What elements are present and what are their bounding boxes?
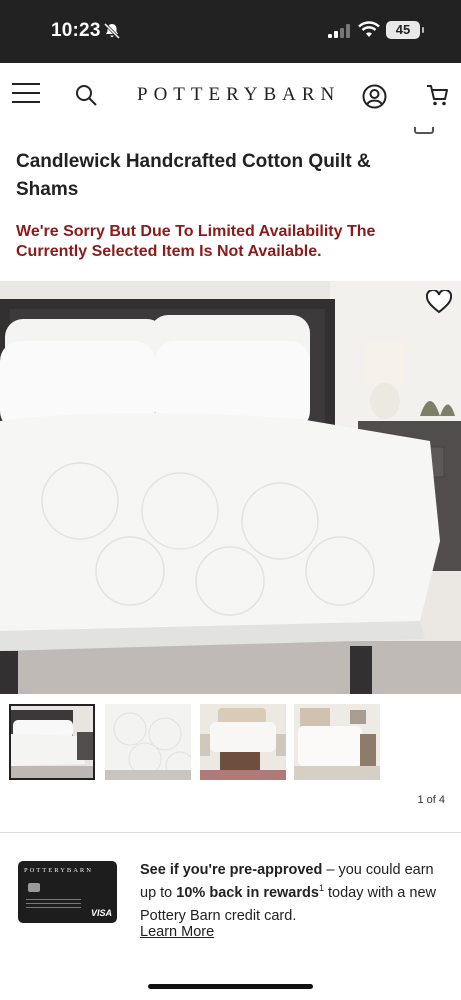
search-icon[interactable] — [74, 83, 98, 107]
availability-message: We're Sorry But Due To Limited Availabil… — [16, 223, 376, 260]
bell-slash-icon — [103, 22, 121, 40]
divider — [0, 832, 461, 833]
card-brand: POTTERYBARN — [24, 867, 93, 874]
image-counter: 1 of 4 — [417, 794, 445, 806]
status-bar: 10:23 45 — [0, 0, 461, 63]
main-product-image[interactable] — [0, 281, 461, 694]
status-time: 10:23 — [51, 20, 101, 41]
thumbnail-2[interactable] — [105, 704, 191, 780]
visa-logo: VISA — [90, 908, 112, 918]
credit-card-image: POTTERYBARN VISA — [18, 861, 117, 923]
thumbnail-3[interactable] — [200, 704, 286, 780]
promo-text: See if you're pre-approved – you could e… — [140, 859, 440, 928]
product-title: Candlewick Handcrafted Cotton Quilt & Sh… — [16, 151, 371, 200]
thumbnail-strip — [0, 704, 461, 782]
thumbnail-1[interactable] — [9, 704, 95, 780]
learn-more-link[interactable]: Learn More — [140, 924, 214, 940]
thumbnail-4[interactable] — [294, 704, 380, 780]
card-chip-icon — [28, 883, 40, 892]
signal-icon — [328, 24, 350, 38]
scroll-hint-icon — [414, 127, 434, 134]
cart-icon[interactable] — [426, 83, 448, 107]
home-indicator[interactable] — [148, 984, 313, 989]
promo-lead: See if you're pre-approved — [140, 862, 323, 878]
nav-bar: POTTERYBARN — [0, 63, 461, 131]
card-details — [26, 899, 81, 911]
account-icon[interactable] — [362, 84, 387, 109]
promo-highlight: 10% back in rewards — [176, 885, 319, 901]
battery-icon: 45 — [386, 21, 424, 39]
menu-icon[interactable] — [12, 83, 40, 105]
brand-logo[interactable]: POTTERYBARN — [137, 84, 340, 106]
heart-icon[interactable] — [426, 290, 452, 314]
wifi-icon — [358, 21, 380, 37]
